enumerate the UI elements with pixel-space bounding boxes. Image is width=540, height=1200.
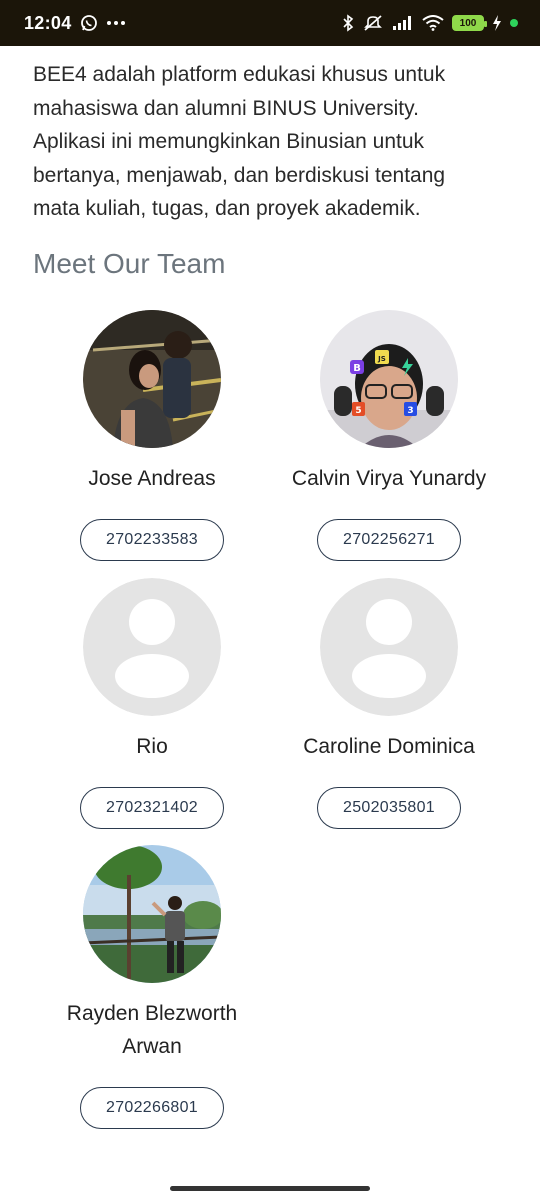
bluetooth-icon <box>342 14 354 32</box>
wifi-icon <box>422 15 444 31</box>
status-bar: 12:04 100 <box>0 0 540 46</box>
member-photo: B JS 5 3 <box>320 310 458 448</box>
member-name: Rayden Blezworth Arwan <box>66 1002 238 1058</box>
svg-text:5: 5 <box>355 406 361 416</box>
charging-icon <box>492 15 502 31</box>
member-name: Calvin Virya Yunardy <box>291 467 487 490</box>
member-photo <box>83 310 221 448</box>
member-nim-badge[interactable]: 2702256271 <box>317 519 461 561</box>
member-name: Rio <box>136 735 168 758</box>
member-nim-badge[interactable]: 2502035801 <box>317 787 461 829</box>
privacy-indicator-dot <box>510 19 518 27</box>
more-icon <box>106 20 126 26</box>
member-name: Caroline Dominica <box>303 735 475 758</box>
status-time: 12:04 <box>24 12 72 33</box>
member-nim-badge[interactable]: 2702321402 <box>80 787 224 829</box>
svg-text:3: 3 <box>407 406 413 416</box>
default-avatar-icon <box>83 578 221 716</box>
member-photo <box>83 845 221 983</box>
member-nim-badge[interactable]: 2702266801 <box>80 1087 224 1129</box>
mute-icon <box>362 14 384 32</box>
team-member-card: Jose Andreas 2702233583 <box>32 310 272 561</box>
svg-text:B: B <box>353 363 361 374</box>
about-description: BEE4 adalah platform edukasi khusus untu… <box>33 63 446 220</box>
team-member-card: Rio 2702321402 <box>32 578 272 829</box>
team-member-card: Caroline Dominica 2502035801 <box>269 578 509 829</box>
signal-icon <box>392 15 414 31</box>
team-member-card: B JS 5 3 Calvin Virya Yunardy 2702256271 <box>269 310 509 561</box>
default-avatar-icon <box>320 578 458 716</box>
home-indicator[interactable] <box>170 1186 370 1191</box>
battery-icon: 100 <box>452 15 487 31</box>
svg-text:JS: JS <box>377 355 386 363</box>
team-section-title: Meet Our Team <box>33 248 226 279</box>
member-name: Jose Andreas <box>88 467 216 490</box>
member-nim-badge[interactable]: 2702233583 <box>80 519 224 561</box>
team-member-card: Rayden Blezworth Arwan 2702266801 <box>32 845 272 1129</box>
whatsapp-icon <box>80 14 98 32</box>
